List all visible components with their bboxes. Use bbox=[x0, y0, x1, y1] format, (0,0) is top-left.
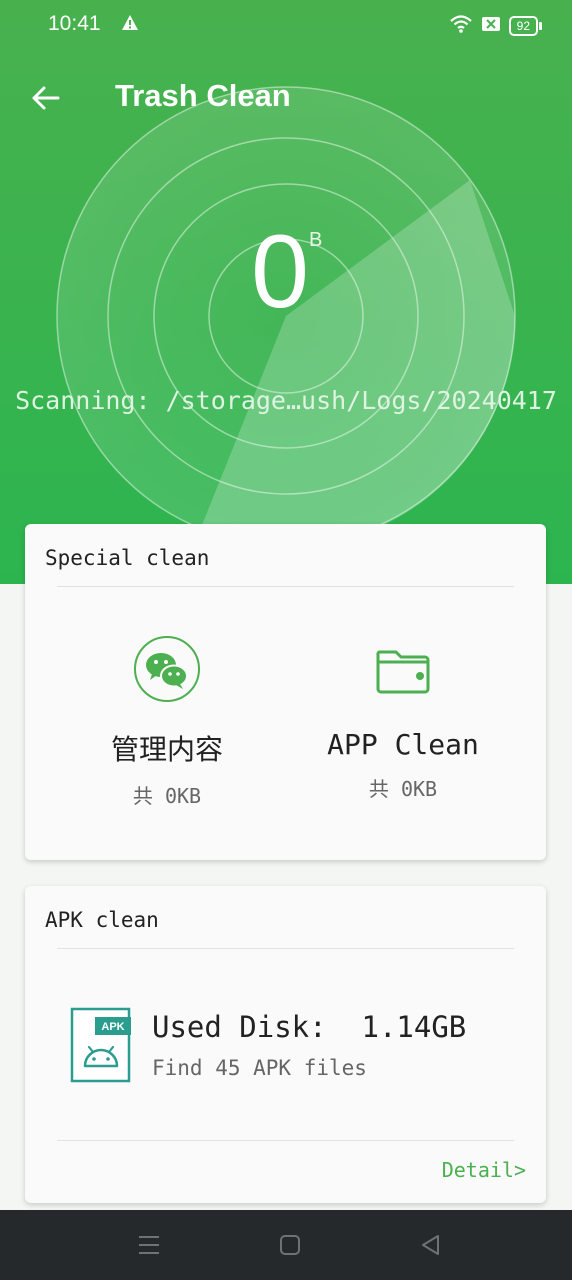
page-title: Trash Clean bbox=[115, 78, 291, 113]
menu-icon[interactable] bbox=[136, 1232, 162, 1258]
back-button[interactable] bbox=[28, 80, 64, 116]
divider bbox=[57, 1140, 514, 1141]
home-icon[interactable] bbox=[277, 1232, 303, 1258]
scanning-path: Scanning: /storage…ush/Logs/20240417 bbox=[15, 386, 557, 415]
apk-file-icon: APK bbox=[69, 1006, 133, 1084]
special-clean-item-name: APP Clean bbox=[327, 728, 479, 761]
card-title: APK clean bbox=[45, 908, 159, 932]
special-clean-card: Special clean 管理内容 共 0KB APP Clean 共 0KB bbox=[25, 524, 546, 860]
back-triangle-icon[interactable] bbox=[418, 1232, 444, 1258]
apk-badge-text: APK bbox=[101, 1021, 124, 1033]
special-clean-item-size: 共 0KB bbox=[132, 784, 202, 808]
folder-wallet-icon bbox=[368, 634, 438, 704]
scan-header: 10:41 92 Trash Clean 0 B Scanning: /stor… bbox=[0, 0, 572, 584]
special-clean-item-size: 共 0KB bbox=[368, 777, 438, 801]
arrow-left-icon bbox=[32, 86, 60, 110]
system-nav-bar bbox=[0, 1210, 572, 1280]
apk-clean-card: APK clean APK Used Disk: 1.14GB Find 45 … bbox=[25, 886, 546, 1203]
scanned-size-unit: B bbox=[309, 229, 323, 251]
divider bbox=[57, 586, 514, 587]
alert-icon bbox=[121, 14, 139, 36]
sim-off-icon bbox=[481, 15, 501, 37]
battery-icon: 92 bbox=[508, 16, 543, 36]
special-clean-item-name: 管理内容 bbox=[110, 733, 223, 766]
status-bar: 10:41 92 bbox=[0, 0, 572, 52]
special-clean-item-app[interactable]: APP Clean 共 0KB bbox=[283, 634, 523, 802]
wifi-icon bbox=[449, 14, 473, 38]
card-title: Special clean bbox=[45, 546, 210, 570]
apk-used-disk: Used Disk: 1.14GB bbox=[152, 1010, 467, 1044]
divider bbox=[57, 948, 514, 949]
wechat-icon bbox=[132, 634, 202, 704]
detail-link[interactable]: Detail> bbox=[442, 1158, 526, 1182]
apk-files-count: Find 45 APK files bbox=[152, 1056, 367, 1080]
status-time: 10:41 bbox=[48, 12, 101, 35]
app-bar: Trash Clean bbox=[0, 60, 572, 132]
special-clean-item-wechat[interactable]: 管理内容 共 0KB bbox=[47, 634, 287, 809]
